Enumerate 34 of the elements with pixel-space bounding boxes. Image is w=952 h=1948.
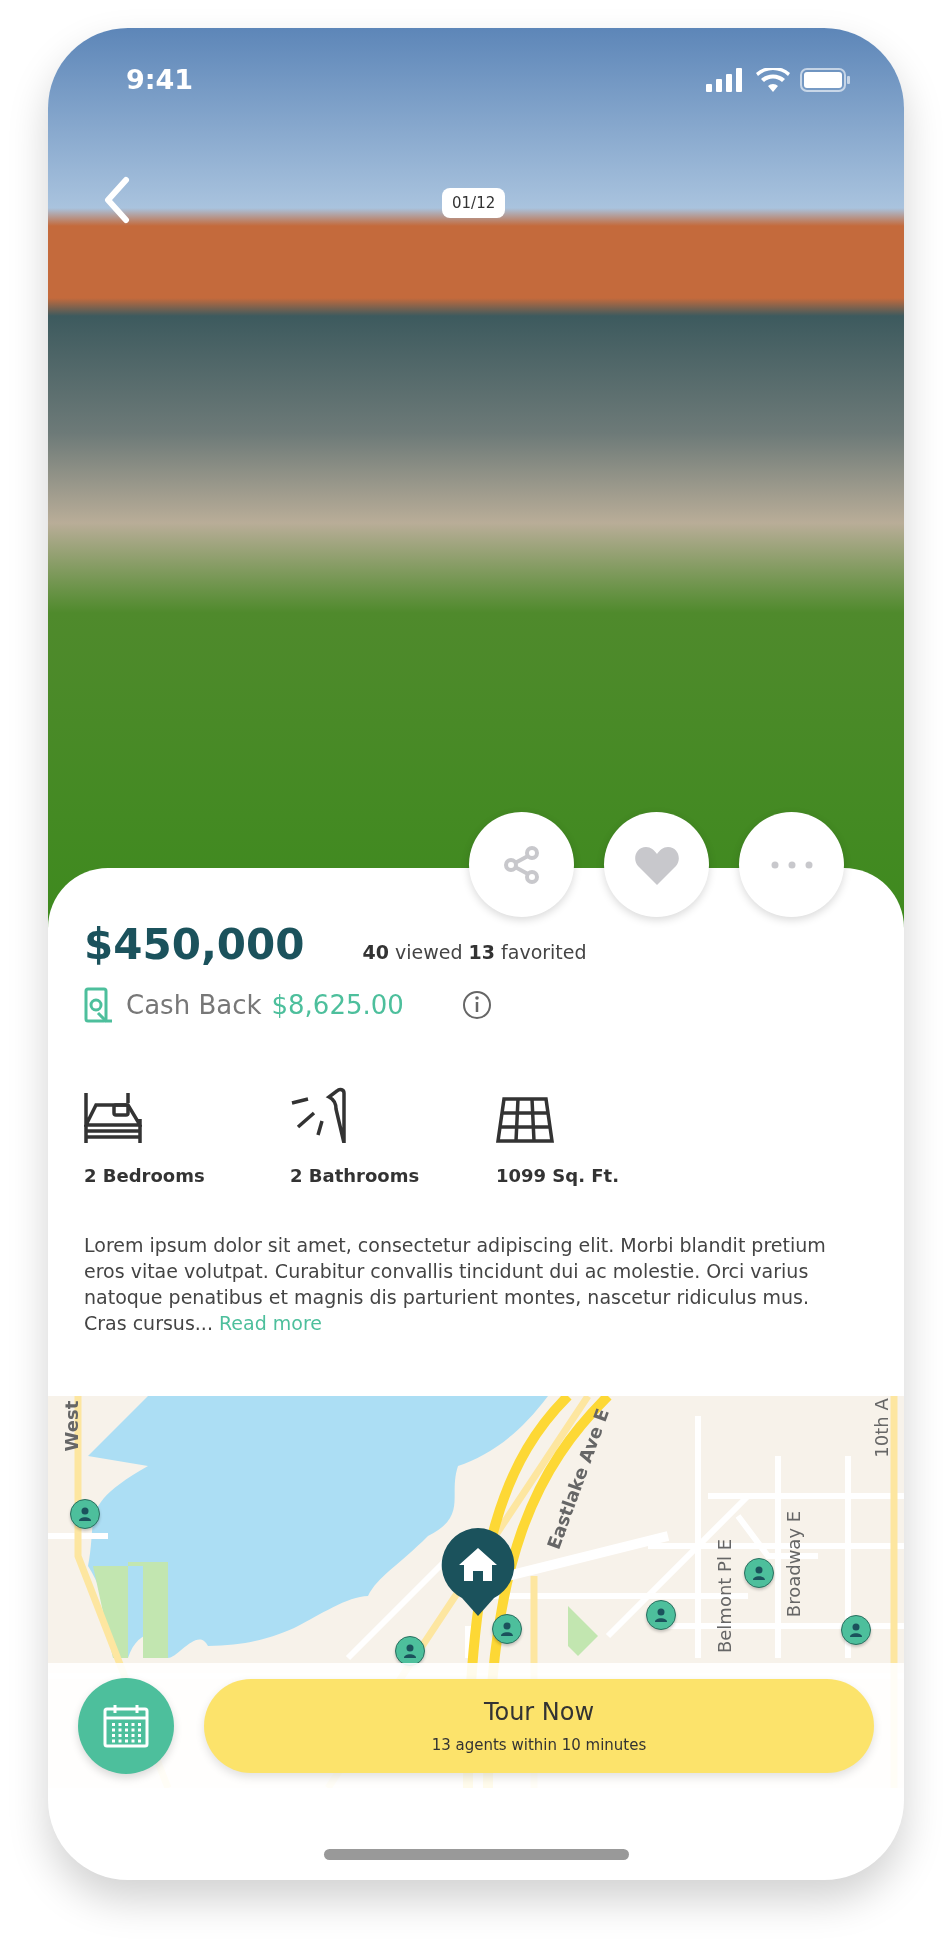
shower-icon — [290, 1087, 348, 1143]
person-icon — [78, 1507, 92, 1521]
cash-icon — [84, 987, 112, 1023]
share-icon — [502, 844, 541, 885]
bed-icon — [84, 1091, 142, 1143]
more-icon — [770, 860, 813, 869]
calendar-icon — [103, 1703, 149, 1748]
cash-back-amount: $8,625.00 — [271, 990, 404, 1020]
price: $450,000 — [84, 920, 305, 969]
person-icon — [500, 1622, 514, 1636]
street-label: West — [61, 1400, 82, 1452]
street-label: Belmont Pl E — [714, 1538, 735, 1654]
info-icon[interactable] — [461, 990, 492, 1020]
view-stats: 40 viewed 13 favorited — [362, 941, 587, 963]
description: Lorem ipsum dolor sit amet, consectetur adipiscing elit. Morbi blandit pretium eros vitae volutpat. Curabitur convallis tincidunt dui ac molestie. Orci varius natoque penatibus et magnis dis parturient montes, nascetur ridiculus mus. Cras cursus... Read more — [84, 1233, 827, 1336]
person-icon — [403, 1644, 417, 1658]
cash-back-label: Cash Back — [126, 990, 262, 1020]
feature-label: 1099 Sq. Ft. — [496, 1165, 621, 1186]
feature-label: 2 Bathrooms — [290, 1165, 421, 1186]
street-label: Broadway E — [783, 1510, 804, 1618]
battery-icon — [800, 67, 850, 92]
photo-counter: 01/12 — [442, 188, 506, 218]
person-icon — [654, 1608, 668, 1622]
person-icon — [849, 1623, 863, 1637]
status-time: 9:41 — [126, 64, 194, 95]
tour-now-button[interactable]: Tour Now 13 agents within 10 minutes — [204, 1678, 874, 1773]
back-icon — [102, 175, 130, 224]
wifi-icon — [756, 67, 790, 92]
feature-label: 2 Bedrooms — [84, 1165, 206, 1186]
floor-tiles-icon — [496, 1097, 554, 1143]
person-icon — [752, 1566, 766, 1580]
heart-icon — [633, 844, 680, 885]
home-marker[interactable] — [439, 1526, 517, 1618]
street-label: 10th A — [871, 1398, 892, 1458]
